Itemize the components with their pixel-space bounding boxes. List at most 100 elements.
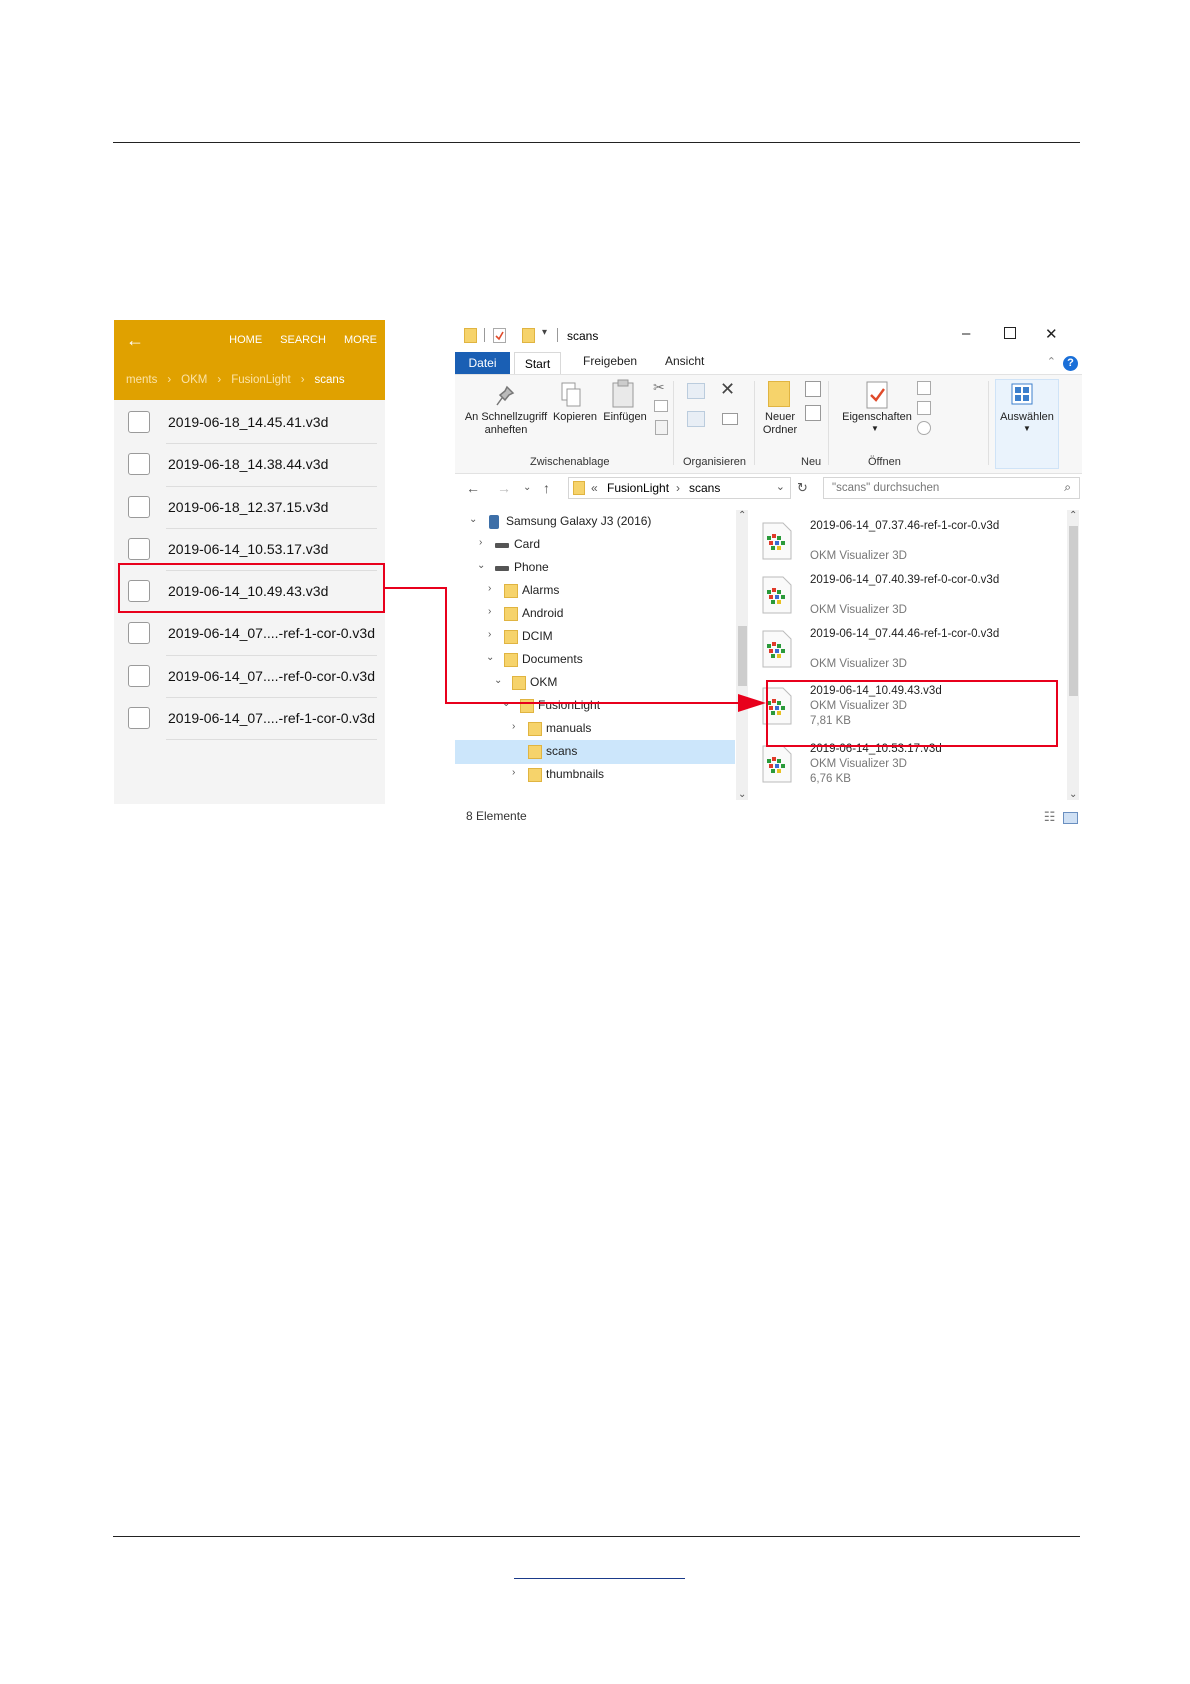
search-button[interactable]: SEARCH: [280, 334, 326, 346]
new-folder-icon[interactable]: [522, 328, 535, 343]
rename-icon[interactable]: [722, 413, 738, 425]
search-input[interactable]: "scans" durchsuchen ⌕: [823, 477, 1080, 499]
address-bar[interactable]: « FusionLight › scans ⌄: [568, 477, 791, 499]
footer-link-underline[interactable]: [514, 1578, 685, 1579]
scroll-thumb[interactable]: [1069, 526, 1078, 696]
folder-icon[interactable]: [464, 328, 477, 343]
list-item[interactable]: 2019-06-14_07....-ref-1-cor-0.v3d: [114, 613, 385, 656]
address-overflow[interactable]: «: [591, 481, 598, 495]
file-item[interactable]: 2019-06-14_10.53.17.v3d OKM Visualizer 3…: [755, 739, 1045, 795]
select-grid-icon[interactable]: [1011, 383, 1033, 405]
open-icon[interactable]: [917, 381, 931, 395]
properties-icon[interactable]: [865, 380, 889, 410]
chevron-right-icon[interactable]: ›: [479, 537, 482, 548]
checkbox[interactable]: [128, 411, 150, 433]
dropdown-arrow-icon[interactable]: ▼: [871, 424, 879, 433]
breadcrumb-scans[interactable]: scans: [315, 374, 345, 386]
scroll-down-icon[interactable]: ⌄: [1069, 789, 1077, 800]
chevron-right-icon[interactable]: ›: [512, 721, 515, 732]
checkbox[interactable]: [128, 495, 150, 518]
dropdown-arrow-icon[interactable]: ▼: [1023, 424, 1031, 433]
tree-item-fusionlight[interactable]: ⌄ FusionLight: [455, 694, 735, 718]
delete-icon[interactable]: ✕: [720, 379, 735, 400]
tree-item-card[interactable]: › Card: [455, 533, 735, 557]
forward-icon[interactable]: →: [497, 480, 511, 496]
edit-icon[interactable]: [917, 401, 931, 415]
file-item[interactable]: 2019-06-14_07.44.46-ref-1-cor-0.v3d OKM …: [755, 624, 1045, 680]
tab-start[interactable]: Start: [514, 352, 561, 374]
breadcrumb-okm[interactable]: OKM: [181, 374, 207, 386]
chevron-down-icon[interactable]: ⌄: [502, 698, 510, 709]
customize-toolbar-icon[interactable]: ▾: [542, 327, 547, 338]
checkbox[interactable]: [128, 453, 150, 476]
scroll-up-icon[interactable]: ⌃: [738, 510, 746, 521]
close-icon[interactable]: ✕: [1045, 325, 1058, 343]
paste-button[interactable]: Einfügen: [601, 411, 649, 424]
pin-quick-access-button[interactable]: An Schnellzugriff anheften: [461, 411, 551, 437]
tree-item-alarms[interactable]: › Alarms: [455, 579, 735, 603]
checkbox[interactable]: [128, 622, 150, 645]
chevron-right-icon[interactable]: ›: [488, 629, 491, 640]
cut-icon[interactable]: ✂: [653, 379, 665, 396]
file-item[interactable]: 2019-06-14_07.37.46-ref-1-cor-0.v3d OKM …: [755, 516, 1045, 572]
list-item[interactable]: 2019-06-18_14.38.44.v3d: [114, 444, 385, 487]
recent-dropdown-icon[interactable]: ⌄: [523, 482, 531, 493]
refresh-icon[interactable]: ↻: [797, 480, 808, 496]
home-button[interactable]: HOME: [229, 334, 262, 346]
chevron-down-icon[interactable]: ⌄: [494, 675, 502, 686]
breadcrumb-fusionlight[interactable]: FusionLight: [231, 374, 290, 386]
collapse-ribbon-icon[interactable]: ⌃: [1047, 355, 1056, 368]
history-icon[interactable]: [917, 421, 931, 435]
checkbox[interactable]: [128, 537, 150, 560]
tab-freigeben[interactable]: Freigeben: [583, 354, 637, 368]
back-arrow-icon[interactable]: ←: [126, 330, 144, 351]
copy-button[interactable]: Kopieren: [552, 411, 598, 424]
properties-button[interactable]: Eigenschaften: [835, 411, 919, 424]
chevron-right-icon[interactable]: ›: [488, 606, 491, 617]
paste-shortcut-icon[interactable]: [655, 420, 668, 435]
properties-check-icon[interactable]: [493, 328, 506, 343]
pin-icon[interactable]: [495, 385, 515, 407]
large-icons-view-icon[interactable]: [1063, 811, 1078, 824]
scroll-thumb[interactable]: [738, 626, 747, 686]
tree-item-okm[interactable]: ⌄ OKM: [455, 671, 735, 695]
chevron-right-icon[interactable]: ›: [488, 583, 491, 594]
search-icon[interactable]: ⌕: [1064, 480, 1071, 495]
tree-scrollbar[interactable]: ⌃ ⌄: [736, 510, 748, 800]
list-item[interactable]: 2019-06-18_14.45.41.v3d: [114, 402, 385, 445]
tree-item-phone[interactable]: ⌄ Phone: [455, 556, 735, 580]
checkbox[interactable]: [128, 664, 150, 687]
back-icon[interactable]: ←: [466, 480, 480, 496]
tree-item-scans[interactable]: scans: [455, 740, 735, 764]
tree-item-dcim[interactable]: › DCIM: [455, 625, 735, 649]
copy-to-icon[interactable]: [687, 411, 705, 427]
copy-icon[interactable]: [560, 381, 582, 409]
new-folder-icon[interactable]: [768, 381, 790, 407]
tab-ansicht[interactable]: Ansicht: [665, 354, 704, 368]
tree-item-android[interactable]: › Android: [455, 602, 735, 626]
tree-item-documents[interactable]: ⌄ Documents: [455, 648, 735, 672]
chevron-down-icon[interactable]: ⌄: [486, 652, 494, 663]
list-item[interactable]: 2019-06-14_07....-ref-0-cor-0.v3d: [114, 656, 385, 699]
tree-item-thumbnails[interactable]: › thumbnails: [455, 763, 735, 787]
file-scrollbar[interactable]: ⌃ ⌄: [1067, 510, 1079, 800]
scroll-down-icon[interactable]: ⌄: [738, 789, 746, 800]
list-item[interactable]: 2019-06-18_12.37.15.v3d: [114, 487, 385, 529]
minimize-icon[interactable]: –: [962, 325, 970, 342]
scroll-up-icon[interactable]: ⌃: [1069, 510, 1077, 521]
tree-item-samsung[interactable]: ⌄ Samsung Galaxy J3 (2016): [455, 510, 735, 534]
details-view-icon[interactable]: ☷: [1044, 809, 1056, 824]
paste-icon[interactable]: [611, 379, 635, 409]
tree-item-manuals[interactable]: › manuals: [455, 717, 735, 741]
help-icon[interactable]: ?: [1063, 356, 1078, 371]
new-folder-button[interactable]: Neuer Ordner: [759, 411, 801, 437]
checkbox[interactable]: [128, 707, 150, 730]
tab-datei[interactable]: Datei: [455, 352, 510, 374]
new-item-icon[interactable]: [805, 381, 821, 397]
chevron-right-icon[interactable]: ›: [512, 767, 515, 778]
address-part-fusionlight[interactable]: FusionLight: [607, 481, 669, 495]
chevron-down-icon[interactable]: ⌄: [477, 560, 485, 571]
address-part-scans[interactable]: scans: [689, 481, 720, 495]
up-icon[interactable]: ↑: [543, 480, 550, 496]
easy-access-icon[interactable]: [805, 405, 821, 421]
